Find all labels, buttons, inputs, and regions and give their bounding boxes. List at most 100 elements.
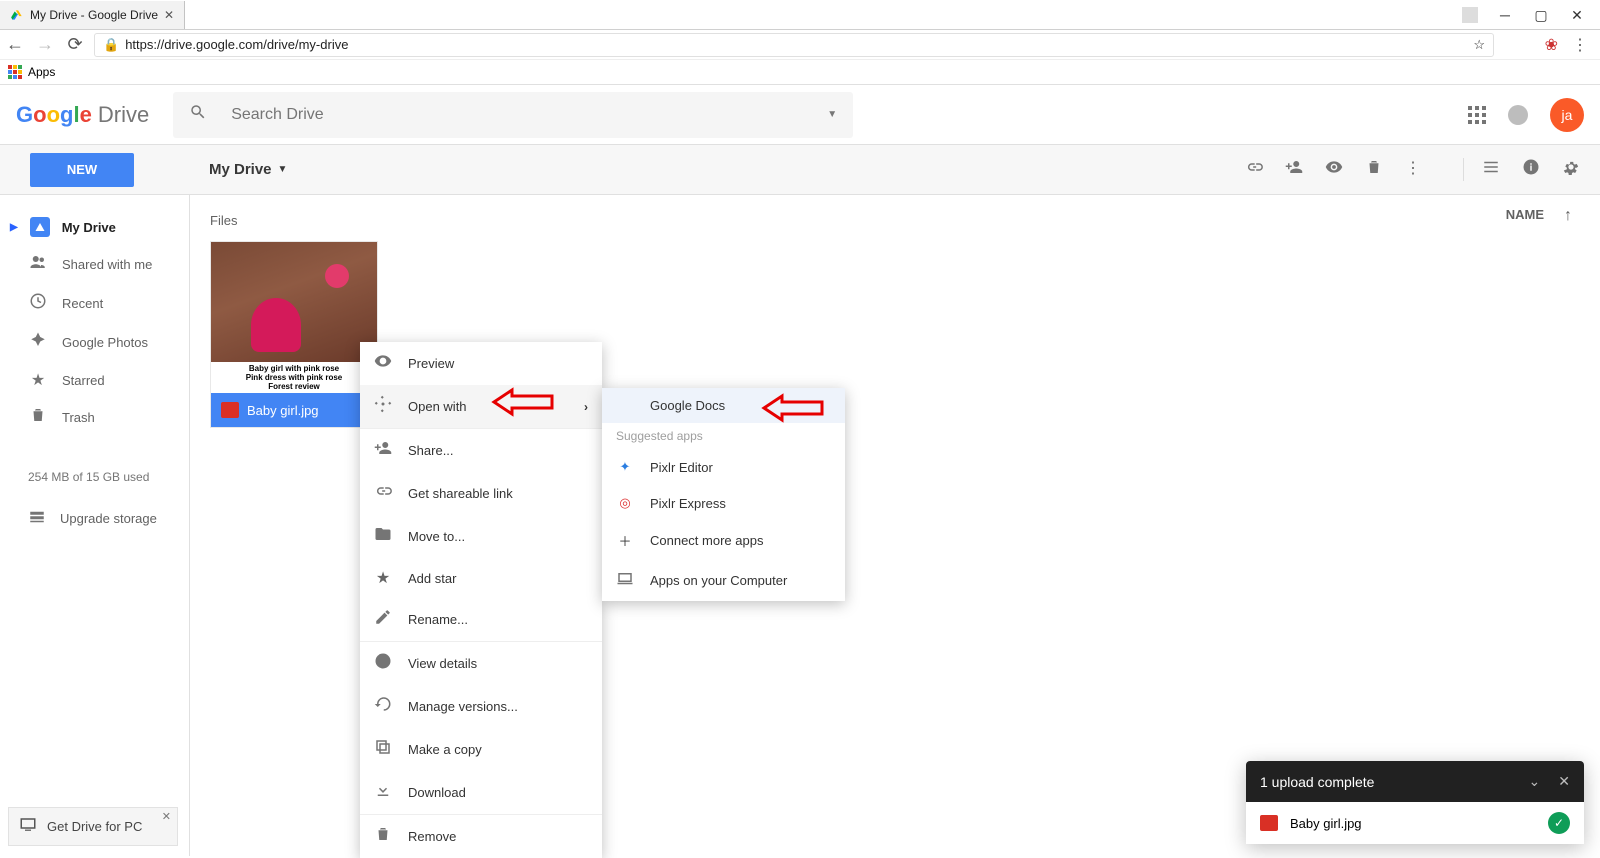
settings-icon[interactable] xyxy=(1562,158,1580,181)
action-bar: NEW My Drive ▼ ⋮ xyxy=(0,145,1600,195)
submenu-google-docs[interactable]: Google Docs xyxy=(602,388,845,423)
apps-icon[interactable] xyxy=(8,65,22,79)
sidebar-item-starred[interactable]: ★Starred xyxy=(0,362,189,398)
success-check-icon: ✓ xyxy=(1548,812,1570,834)
download-icon xyxy=(374,781,392,804)
menu-remove[interactable]: Remove xyxy=(360,815,602,858)
preview-icon[interactable] xyxy=(1325,158,1343,181)
notifications-icon[interactable] xyxy=(1508,105,1528,125)
menu-versions[interactable]: Manage versions... xyxy=(360,685,602,728)
drive-header: Google Drive ▼ ja xyxy=(0,85,1600,145)
file-card[interactable]: Baby girl with pink rose Pink dress with… xyxy=(210,241,378,428)
copy-icon xyxy=(374,738,392,761)
toast-header: 1 upload complete ⌄ ✕ xyxy=(1246,761,1584,802)
details-icon[interactable] xyxy=(1522,158,1540,181)
submenu-connect-apps[interactable]: ＋Connect more apps xyxy=(602,521,845,560)
trash-icon xyxy=(374,825,392,848)
sort-column[interactable]: NAME xyxy=(1506,207,1544,222)
menu-copy[interactable]: Make a copy xyxy=(360,728,602,771)
new-tab-button[interactable] xyxy=(187,11,207,29)
sidebar-item-my-drive[interactable]: ▶ My Drive xyxy=(0,209,189,245)
preview-icon xyxy=(374,352,392,375)
menu-share[interactable]: Share... xyxy=(360,429,602,472)
submenu-computer-apps[interactable]: Apps on your Computer xyxy=(602,560,845,601)
search-input[interactable] xyxy=(231,106,827,124)
info-icon xyxy=(374,652,392,675)
sidebar-item-photos[interactable]: Google Photos xyxy=(0,323,189,362)
pixlr-express-icon: ◎ xyxy=(616,495,634,511)
extension-icon[interactable]: ❀ xyxy=(1545,35,1558,55)
bookmark-bar: Apps xyxy=(0,60,1600,85)
star-icon[interactable]: ☆ xyxy=(1473,37,1485,53)
close-window-icon[interactable]: ✕ xyxy=(1568,7,1586,24)
file-label: Baby girl.jpg xyxy=(211,393,377,427)
sidebar-item-trash[interactable]: Trash xyxy=(0,398,189,437)
menu-preview[interactable]: Preview xyxy=(360,342,602,385)
menu-download[interactable]: Download xyxy=(360,771,602,814)
search-box[interactable]: ▼ xyxy=(173,92,853,138)
file-thumbnail xyxy=(211,242,377,362)
user-icon[interactable] xyxy=(1462,7,1478,23)
url-text: https://drive.google.com/drive/my-drive xyxy=(125,37,348,52)
add-person-icon[interactable] xyxy=(1285,158,1303,181)
sidebar-item-upgrade[interactable]: Upgrade storage xyxy=(0,498,189,537)
trash-icon xyxy=(28,406,48,429)
menu-icon[interactable]: ⋮ xyxy=(1572,35,1588,55)
desktop-icon xyxy=(19,816,37,837)
new-button[interactable]: NEW xyxy=(30,153,134,187)
trash-icon[interactable] xyxy=(1365,158,1383,181)
star-icon: ★ xyxy=(28,370,48,390)
share-link-icon[interactable] xyxy=(1245,158,1263,181)
storage-icon xyxy=(28,508,46,529)
address-bar[interactable]: 🔒 https://drive.google.com/drive/my-driv… xyxy=(94,33,1494,57)
apps-label[interactable]: Apps xyxy=(28,65,55,79)
get-drive-promo[interactable]: Get Drive for PC ✕ xyxy=(8,807,178,846)
back-button[interactable]: ← xyxy=(0,34,30,55)
google-apps-icon[interactable] xyxy=(1468,106,1486,124)
close-icon[interactable]: ✕ xyxy=(162,810,171,823)
submenu-pixlr-editor[interactable]: ✦Pixlr Editor xyxy=(602,449,845,485)
list-view-icon[interactable] xyxy=(1482,158,1500,181)
tab-close-icon[interactable]: ✕ xyxy=(164,8,174,22)
breadcrumb[interactable]: My Drive ▼ xyxy=(209,161,287,178)
sidebar: ▶ My Drive Shared with me Recent Google … xyxy=(0,195,190,856)
context-menu: Preview Open with› Share... Get shareabl… xyxy=(360,342,602,858)
browser-toolbar: ← → ⟳ 🔒 https://drive.google.com/drive/m… xyxy=(0,30,1600,60)
photos-icon xyxy=(28,331,48,354)
submenu-pixlr-express[interactable]: ◎Pixlr Express xyxy=(602,485,845,521)
browser-tab-strip: My Drive - Google Drive ✕ ─ ▢ ✕ xyxy=(0,0,1600,30)
toast-collapse-icon[interactable]: ⌄ xyxy=(1529,773,1541,790)
storage-text: 254 MB of 15 GB used xyxy=(0,455,189,498)
sidebar-item-shared[interactable]: Shared with me xyxy=(0,245,189,284)
toast-close-icon[interactable]: ✕ xyxy=(1558,773,1570,790)
plus-icon: ＋ xyxy=(616,531,634,550)
forward-button[interactable]: → xyxy=(30,34,60,55)
drive-favicon xyxy=(10,8,24,22)
menu-rename[interactable]: Rename... xyxy=(360,598,602,641)
open-with-icon xyxy=(374,395,392,418)
menu-open-with[interactable]: Open with› xyxy=(360,385,602,428)
share-icon xyxy=(374,439,392,462)
menu-link[interactable]: Get shareable link xyxy=(360,472,602,515)
expand-icon: ▶ xyxy=(10,222,18,233)
browser-tab[interactable]: My Drive - Google Drive ✕ xyxy=(0,1,185,29)
menu-details[interactable]: View details xyxy=(360,642,602,685)
sidebar-item-recent[interactable]: Recent xyxy=(0,284,189,323)
menu-star[interactable]: ★Add star xyxy=(360,558,602,598)
submenu-suggested-header: Suggested apps xyxy=(602,423,845,449)
search-icon xyxy=(189,103,207,126)
google-drive-logo[interactable]: Google Drive xyxy=(16,102,149,128)
maximize-icon[interactable]: ▢ xyxy=(1532,7,1550,24)
chevron-down-icon: ▼ xyxy=(278,164,288,175)
search-options-icon[interactable]: ▼ xyxy=(827,109,837,120)
image-icon xyxy=(221,402,239,418)
more-actions-icon[interactable]: ⋮ xyxy=(1405,158,1421,181)
menu-move[interactable]: Move to... xyxy=(360,515,602,558)
minimize-icon[interactable]: ─ xyxy=(1496,7,1514,23)
toast-file-row[interactable]: Baby girl.jpg ✓ xyxy=(1246,802,1584,844)
folder-icon xyxy=(374,525,392,548)
reload-button[interactable]: ⟳ xyxy=(60,34,90,55)
account-avatar[interactable]: ja xyxy=(1550,98,1584,132)
sort-arrow-icon[interactable]: ↑ xyxy=(1564,207,1572,225)
rename-icon xyxy=(374,608,392,631)
